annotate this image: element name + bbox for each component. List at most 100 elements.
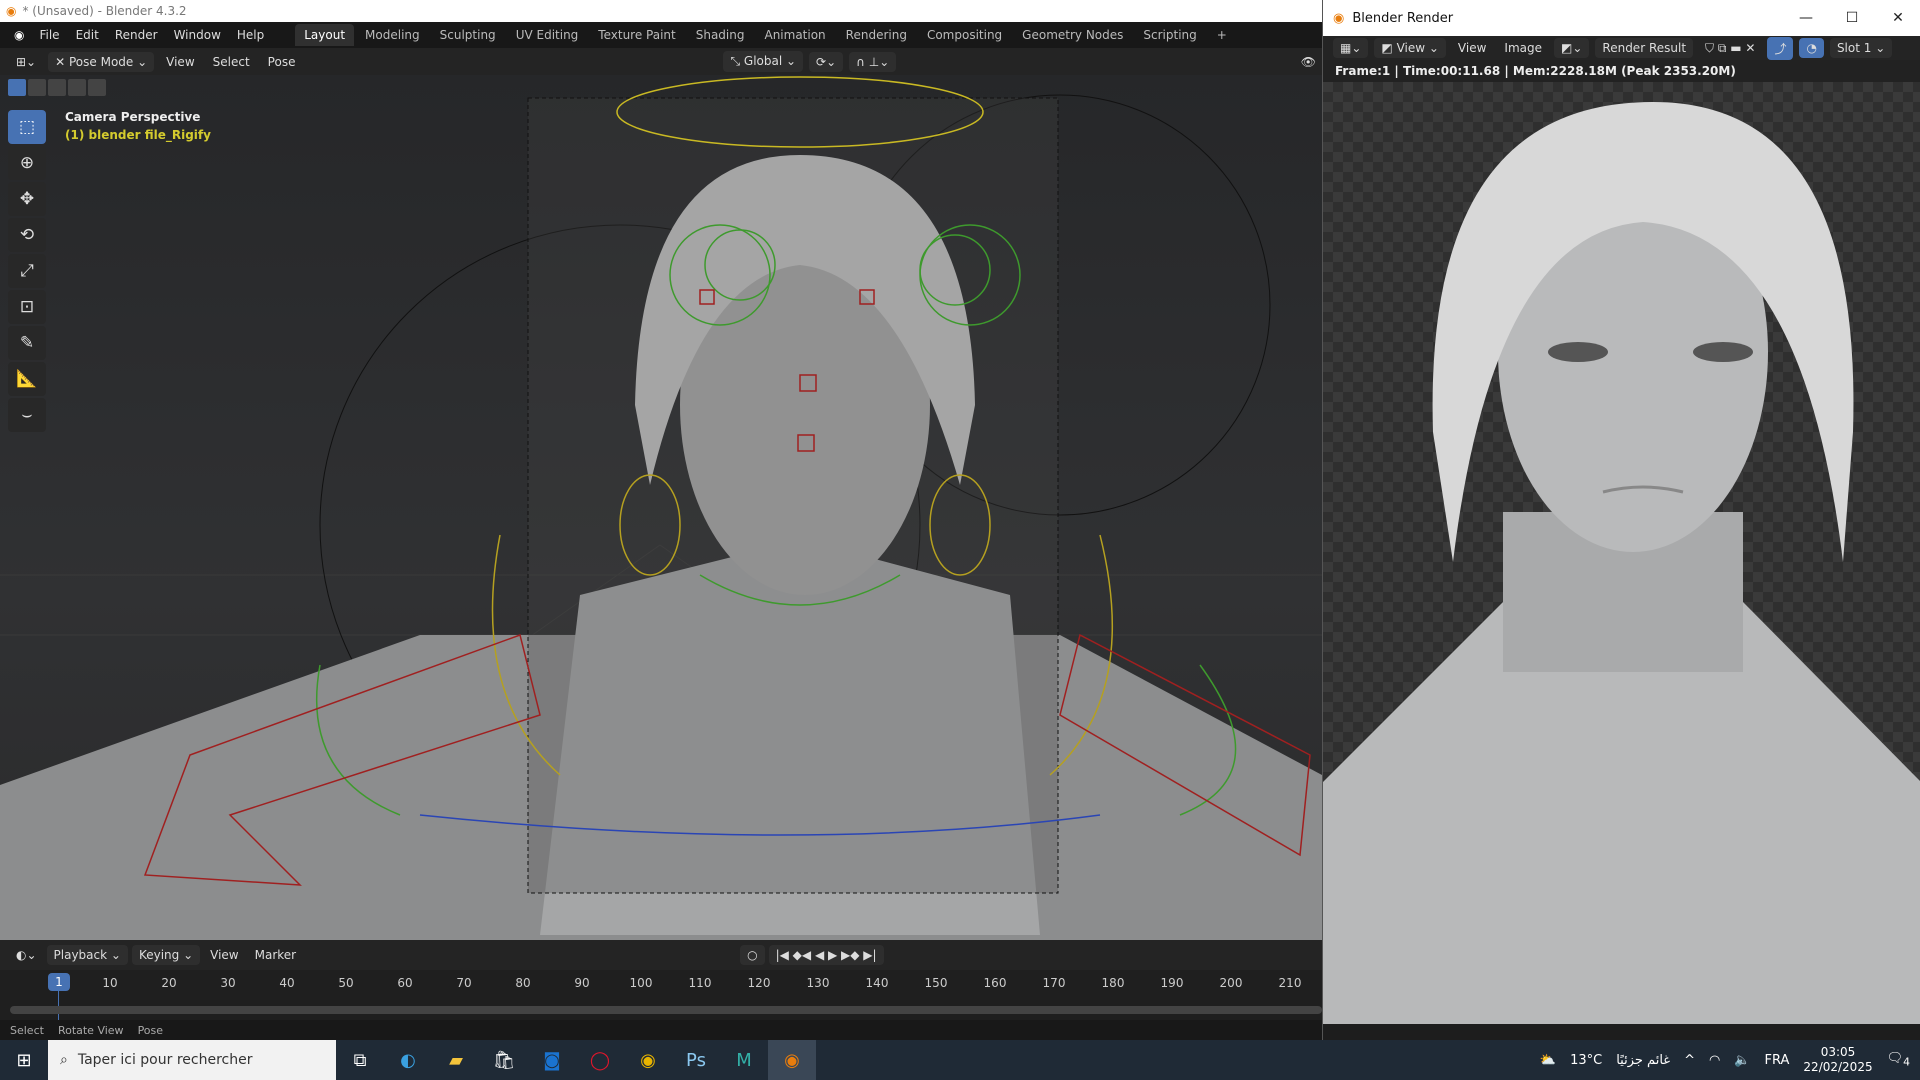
photoshop-icon[interactable]: Ps — [672, 1040, 720, 1080]
tool-shelf: ⬚ ⊕ ✥ ⟲ ⤢ ⊡ ✎ 📐 ⌣ — [8, 110, 46, 434]
annotate-tool[interactable]: ✎ — [8, 326, 46, 360]
current-frame-indicator[interactable]: 1 — [48, 973, 70, 991]
image-browse-icon[interactable]: ◩⌄ — [1554, 38, 1590, 58]
transform-tool[interactable]: ⊡ — [8, 290, 46, 324]
snap-icon[interactable]: ∩ ⊥⌄ — [849, 51, 897, 72]
playback-controls[interactable]: |◀ ◆◀ ◀ ▶ ▶◆ ▶| — [768, 945, 884, 965]
measure-tool[interactable]: 📐 — [8, 362, 46, 396]
image-name-field[interactable]: Render Result — [1595, 38, 1694, 58]
menu-help[interactable]: Help — [230, 25, 271, 45]
pivot-icon[interactable]: ⟳⌄ — [809, 51, 844, 72]
tray-chevron-icon[interactable]: ^ — [1684, 1053, 1695, 1068]
visibility-icon[interactable]: 👁 — [1295, 52, 1322, 72]
menu-pose[interactable]: Pose — [262, 52, 302, 72]
windows-taskbar: ⊞ ⌕ Taper ici pour rechercher ⧉ ◐ ▰ 🛍 ◙ … — [0, 1040, 1920, 1080]
editor-type-icon[interactable]: ⊞⌄ — [10, 52, 42, 72]
weather-text[interactable]: غائم جزئيًا — [1616, 1053, 1670, 1068]
top-menu-bar: ◉ File Edit Render Window Help Layout Mo… — [0, 22, 1322, 48]
start-button[interactable]: ⊞ — [0, 1040, 48, 1080]
playback-label: Playback — [53, 948, 108, 962]
timeline-scrollbar[interactable] — [10, 1006, 1322, 1014]
select-box-tool[interactable]: ⬚ — [8, 110, 46, 144]
notifications-icon[interactable]: 🗨4 — [1887, 1051, 1910, 1069]
network-icon[interactable]: ◠ — [1709, 1053, 1720, 1068]
task-view-icon[interactable]: ⧉ — [336, 1040, 384, 1080]
tab-uv-editing[interactable]: UV Editing — [507, 24, 588, 46]
outlook-icon[interactable]: ◙ — [528, 1040, 576, 1080]
image-editor-type-icon[interactable]: ▦⌄ — [1333, 38, 1369, 58]
tab-geometry-nodes[interactable]: Geometry Nodes — [1013, 24, 1132, 46]
language-indicator[interactable]: FRA — [1765, 1053, 1790, 1068]
marker-menu[interactable]: Marker — [249, 945, 302, 965]
taskbar-search[interactable]: ⌕ Taper ici pour rechercher — [48, 1040, 336, 1080]
blender-menu-icon[interactable]: ◉ — [8, 28, 30, 42]
volume-icon[interactable]: 🔈 — [1734, 1053, 1750, 1068]
status-select: Select — [10, 1023, 44, 1037]
chrome-icon[interactable]: ◉ — [624, 1040, 672, 1080]
tab-shading[interactable]: Shading — [687, 24, 754, 46]
menu-file[interactable]: File — [32, 25, 66, 45]
blender-taskbar-icon[interactable]: ◉ — [768, 1040, 816, 1080]
overlay-icon[interactable]: ◔ — [1799, 38, 1824, 58]
maximize-button[interactable]: ☐ — [1829, 0, 1875, 36]
slot-dropdown[interactable]: Slot 1 ⌄ — [1829, 38, 1893, 58]
image-view-menu[interactable]: View — [1452, 38, 1492, 58]
scale-icon: ⤢ — [20, 261, 34, 281]
keying-menu[interactable]: Keying ⌄ — [131, 945, 201, 965]
move-tool[interactable]: ✥ — [8, 182, 46, 216]
weather-temp[interactable]: 13°C — [1570, 1053, 1602, 1068]
opera-icon[interactable]: ◯ — [576, 1040, 624, 1080]
orientation-dropdown[interactable]: ⤡ Global ⌄ — [723, 51, 804, 72]
menu-view[interactable]: View — [160, 52, 200, 72]
image-action-icons[interactable]: ⛉ ⧉ ▬ ✕ — [1699, 38, 1761, 59]
add-workspace-button[interactable]: + — [1208, 24, 1236, 46]
select-invert-button[interactable] — [68, 79, 86, 96]
menu-select[interactable]: Select — [207, 52, 256, 72]
frame-tick: 110 — [688, 976, 712, 990]
tab-rendering[interactable]: Rendering — [837, 24, 916, 46]
cursor-tool[interactable]: ⊕ — [8, 146, 46, 180]
clock[interactable]: 03:05 22/02/2025 — [1803, 1045, 1872, 1075]
timeline-editor-icon[interactable]: ◐⌄ — [10, 945, 43, 965]
gizmo-icon[interactable]: ⤴ — [1767, 36, 1794, 60]
image-menu[interactable]: Image — [1498, 38, 1548, 58]
file-explorer-icon[interactable]: ▰ — [432, 1040, 480, 1080]
pose-curve-tool[interactable]: ⌣ — [8, 398, 46, 432]
frame-tick: 80 — [515, 976, 531, 990]
view-mode-dropdown[interactable]: ◩ View ⌄ — [1374, 38, 1446, 58]
close-button[interactable]: ✕ — [1875, 0, 1920, 36]
tab-layout[interactable]: Layout — [295, 24, 355, 46]
tab-compositing[interactable]: Compositing — [918, 24, 1011, 46]
viewport-object-label: (1) blender file_Rigify — [65, 128, 211, 142]
render-window-titlebar: ◉ Blender Render — ☐ ✕ — [1323, 0, 1920, 36]
tab-modeling[interactable]: Modeling — [356, 24, 429, 46]
clock-time: 03:05 — [1820, 1045, 1856, 1059]
render-result-image[interactable] — [1323, 82, 1920, 1024]
title-bar: ◉ * (Unsaved) - Blender 4.3.2 — [0, 0, 1322, 22]
select-extend-button[interactable] — [28, 79, 46, 96]
menu-window[interactable]: Window — [167, 25, 228, 45]
tab-scripting[interactable]: Scripting — [1134, 24, 1205, 46]
3d-viewport[interactable] — [0, 75, 1322, 940]
store-icon[interactable]: 🛍 — [480, 1040, 528, 1080]
tab-texture-paint[interactable]: Texture Paint — [589, 24, 684, 46]
timeline-ruler[interactable]: 1 10 20 30 40 50 60 70 80 90 100 110 120 130 140 150 16… — [0, 970, 1322, 1020]
menu-edit[interactable]: Edit — [69, 25, 106, 45]
menu-render[interactable]: Render — [108, 25, 165, 45]
select-subtract-button[interactable] — [48, 79, 66, 96]
weather-icon[interactable]: ⛅ — [1540, 1053, 1556, 1068]
minimize-button[interactable]: — — [1783, 0, 1829, 36]
image-editor-header: ▦⌄ ◩ View ⌄ View Image ◩⌄ Render Result … — [1323, 36, 1920, 60]
playback-menu[interactable]: Playback ⌄ — [46, 945, 128, 965]
edge-icon[interactable]: ◐ — [384, 1040, 432, 1080]
select-new-button[interactable] — [8, 79, 26, 96]
tab-animation[interactable]: Animation — [755, 24, 834, 46]
autokey-button[interactable]: ○ — [740, 945, 765, 965]
mode-dropdown[interactable]: ✕ Pose Mode ⌄ — [48, 51, 155, 72]
rotate-tool[interactable]: ⟲ — [8, 218, 46, 252]
timeline-view-menu[interactable]: View — [204, 945, 244, 965]
tab-sculpting[interactable]: Sculpting — [431, 24, 505, 46]
select-intersect-button[interactable] — [88, 79, 106, 96]
maya-icon[interactable]: M — [720, 1040, 768, 1080]
scale-tool[interactable]: ⤢ — [8, 254, 46, 288]
